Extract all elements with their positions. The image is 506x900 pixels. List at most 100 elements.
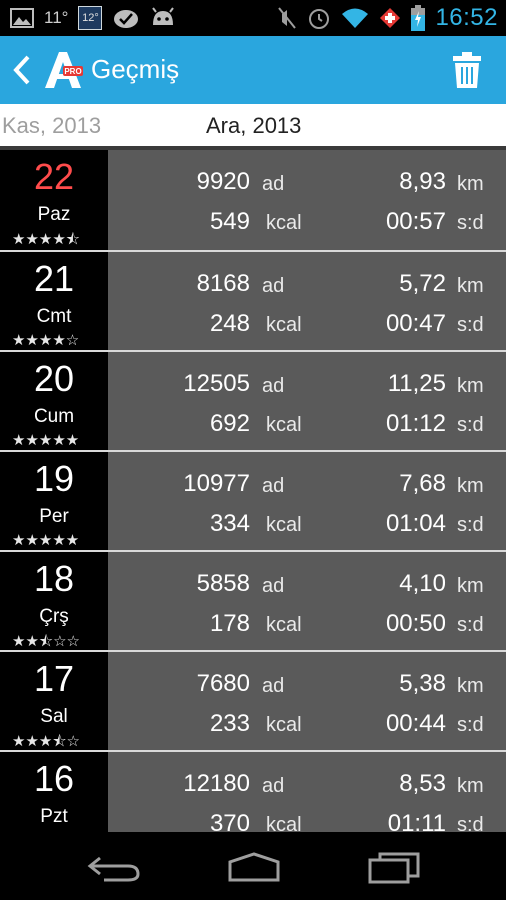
mute-icon [278,7,297,29]
tab-previous-month[interactable]: Kas, 2013 [2,113,101,139]
stats-cell: 5858 ad 178 kcal 4,10 km 00:50 s:d [108,552,506,650]
day-cell: 17 Sal ★★★⯪☆ [0,652,108,750]
temperature-label: 11° [44,8,69,27]
up-navigation-chevron-icon[interactable] [10,53,34,87]
duration-value: 01:12 [385,410,446,437]
stats-cell: 7680 ad 233 kcal 5,38 km 00:44 s:d [108,652,506,750]
distance-value: 7,68 [399,470,446,497]
weekday-label: Per [39,506,69,527]
list-item[interactable]: 21 Cmt ★★★★☆ 8168 ad 248 kcal 5,72 km 00… [0,250,506,350]
distance-value: 8,93 [399,168,446,195]
calories-value: 178 [209,610,250,637]
stats-cell: 9920 ad 549 kcal 8,93 km 00:57 s:d [108,150,506,250]
calories-unit: kcal [266,314,302,336]
steps-value: 12505 [183,370,250,397]
action-bar: PRO Geçmiş [0,36,506,104]
stats-cell: 10977 ad 334 kcal 7,68 km 01:04 s:d [108,452,506,550]
duration-value: 01:11 [387,810,446,832]
calories-value: 233 [209,710,250,737]
trash-icon[interactable] [452,52,482,88]
recent-apps-icon[interactable] [364,850,424,884]
steps-unit: ad [262,275,285,297]
month-tabs: Kas, 2013 Ara, 2013 [0,104,506,146]
calories-unit: kcal [266,814,302,832]
stats-cell: 8168 ad 248 kcal 5,72 km 00:47 s:d [108,252,506,350]
list-item[interactable]: 19 Per ★★★★★ 10977 ad 334 kcal 7,68 km 0… [0,450,506,550]
pro-badge: PRO [64,67,81,76]
duration-unit: s:d [457,212,484,234]
duration-value: 00:44 [385,710,446,737]
list-item[interactable]: 22 Paz ★★★★⯪ 9920 ad 549 kcal 8,93 km 00… [0,150,506,250]
duration-value: 01:04 [385,510,446,537]
rating-stars-icon: ★★★★★ [12,431,80,449]
list-item[interactable]: 17 Sal ★★★⯪☆ 7680 ad 233 kcal 5,38 km 00… [0,650,506,750]
calories-unit: kcal [266,212,302,234]
distance-value: 5,72 [399,270,446,297]
daily-history-list[interactable]: 22 Paz ★★★★⯪ 9920 ad 549 kcal 8,93 km 00… [0,150,506,832]
steps-unit: ad [262,675,285,697]
home-icon[interactable] [224,850,284,884]
calories-unit: kcal [266,514,302,536]
day-number: 18 [33,558,75,599]
duration-value: 00:57 [385,208,446,235]
day-cell: 18 Çrş ★★⯪☆☆ [0,552,108,650]
duration-value: 00:50 [385,610,446,637]
page-title: Geçmiş [91,54,180,84]
image-icon [10,8,34,28]
swiss-flag-icon [380,8,401,28]
back-icon[interactable] [84,850,144,884]
distance-value: 5,38 [399,670,446,697]
day-number: 19 [33,458,75,499]
stats-cell: 12180 ad 370 kcal 8,53 km 01:11 s:d [108,752,506,832]
calories-value: 692 [209,410,250,437]
calories-unit: kcal [266,614,302,636]
steps-value: 5858 [196,570,250,597]
distance-unit: km [457,775,484,797]
weekday-label: Çrş [39,606,69,627]
steps-value: 8168 [196,270,250,297]
day-cell: 21 Cmt ★★★★☆ [0,252,108,350]
steps-unit: ad [262,775,285,797]
clock-time: 16:52 [435,4,498,31]
duration-unit: s:d [457,714,484,736]
distance-unit: km [457,375,484,397]
list-item[interactable]: 18 Çrş ★★⯪☆☆ 5858 ad 178 kcal 4,10 km 00… [0,550,506,650]
check-cloud-icon [114,10,139,28]
duration-unit: s:d [457,814,484,832]
rating-stars-icon: ★★★★☆ [12,331,80,349]
steps-value: 12180 [183,770,250,797]
day-cell: 20 Cum ★★★★★ [0,352,108,450]
calories-value: 370 [209,810,250,832]
day-cell: 16 Pzt ★★★★★ [0,752,108,832]
android-icon [152,7,175,25]
wifi-icon [342,8,369,28]
steps-unit: ad [262,475,285,497]
distance-unit: km [457,575,484,597]
list-item[interactable]: 16 Pzt ★★★★★ 12180 ad 370 kcal 8,53 km 0… [0,750,506,832]
tab-current-month[interactable]: Ara, 2013 [206,113,301,139]
duration-unit: s:d [457,314,484,336]
battery-charging-icon [411,5,426,31]
distance-unit: km [457,275,484,297]
duration-unit: s:d [457,514,484,536]
steps-value: 9920 [196,168,250,195]
calories-unit: kcal [266,714,302,736]
distance-unit: km [457,173,484,195]
distance-unit: km [457,675,484,697]
day-number: 21 [33,258,75,299]
thermometer-badge-icon: 12° [78,6,103,30]
weekday-label: Pzt [40,806,68,827]
day-number: 17 [33,658,75,699]
rating-stars-icon: ★★★★★ [12,531,80,549]
weekday-label: Cmt [36,306,72,327]
day-number: 16 [33,758,75,799]
day-cell: 19 Per ★★★★★ [0,452,108,550]
duration-value: 00:47 [385,310,446,337]
weekday-label: Paz [37,204,71,225]
app-logo-icon[interactable]: PRO [41,48,85,92]
duration-unit: s:d [457,414,484,436]
day-number: 22 [33,156,75,197]
alarm-icon [309,9,330,29]
list-item[interactable]: 20 Cum ★★★★★ 12505 ad 692 kcal 11,25 km … [0,350,506,450]
calories-value: 334 [209,510,250,537]
